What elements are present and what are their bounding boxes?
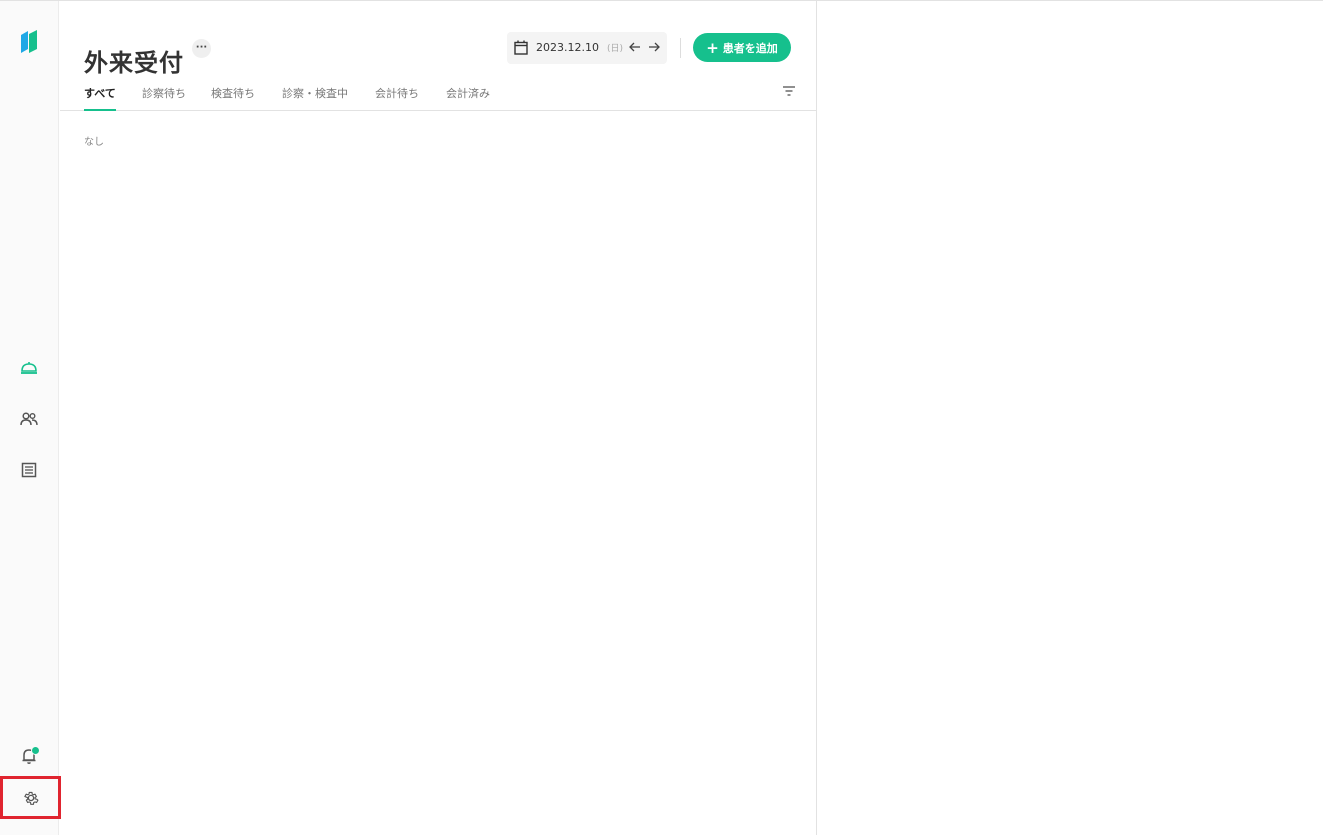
plus-icon: +: [706, 38, 719, 57]
tab-all[interactable]: すべて: [84, 85, 116, 111]
filter-icon[interactable]: [782, 85, 796, 97]
tab-in-progress[interactable]: 診察・検査中: [282, 85, 348, 111]
nav-patients[interactable]: [9, 402, 49, 436]
status-tabs: すべて 診察待ち 検査待ち 診察・検査中 会計待ち 会計済み: [60, 77, 816, 111]
arrow-right-icon[interactable]: [647, 39, 661, 55]
detail-panel: [817, 1, 1323, 835]
add-patient-label: 患者を追加: [722, 41, 778, 55]
nav-reception[interactable]: [9, 351, 49, 385]
tab-waiting-exam[interactable]: 検査待ち: [211, 85, 255, 111]
empty-state-text: なし: [84, 137, 104, 148]
reception-panel: 外来受付 ··· 2023.12.10 (日) + 患者を追加 すべて 診察待ち…: [60, 1, 817, 835]
tab-waiting-payment[interactable]: 会計待ち: [375, 85, 419, 111]
gear-icon: [23, 791, 38, 805]
weekday-label: (日): [607, 44, 624, 54]
add-patient-button[interactable]: + 患者を追加: [693, 33, 791, 62]
page-title: 外来受付: [84, 49, 184, 78]
header-divider: [680, 38, 681, 58]
tab-paid[interactable]: 会計済み: [446, 85, 490, 111]
tab-waiting-consultation[interactable]: 診察待ち: [142, 85, 186, 111]
side-rail: [0, 1, 61, 835]
arrow-left-icon[interactable]: [628, 39, 642, 55]
patients-icon: [20, 412, 38, 426]
nav-records[interactable]: [9, 453, 49, 487]
app-window: 外来受付 ··· 2023.12.10 (日) + 患者を追加 すべて 診察待ち…: [0, 0, 1323, 835]
nav-settings[interactable]: [0, 776, 61, 819]
date-value: 2023.12.10: [536, 41, 599, 54]
date-picker[interactable]: 2023.12.10 (日): [507, 32, 667, 64]
logo-icon[interactable]: [19, 29, 39, 55]
reception-bell-icon: [21, 362, 37, 374]
notification-badge: [31, 746, 40, 755]
calendar-icon: [514, 40, 528, 55]
nav-notifications[interactable]: [9, 739, 49, 773]
more-options-button[interactable]: ···: [192, 39, 211, 58]
records-icon: [21, 462, 37, 478]
